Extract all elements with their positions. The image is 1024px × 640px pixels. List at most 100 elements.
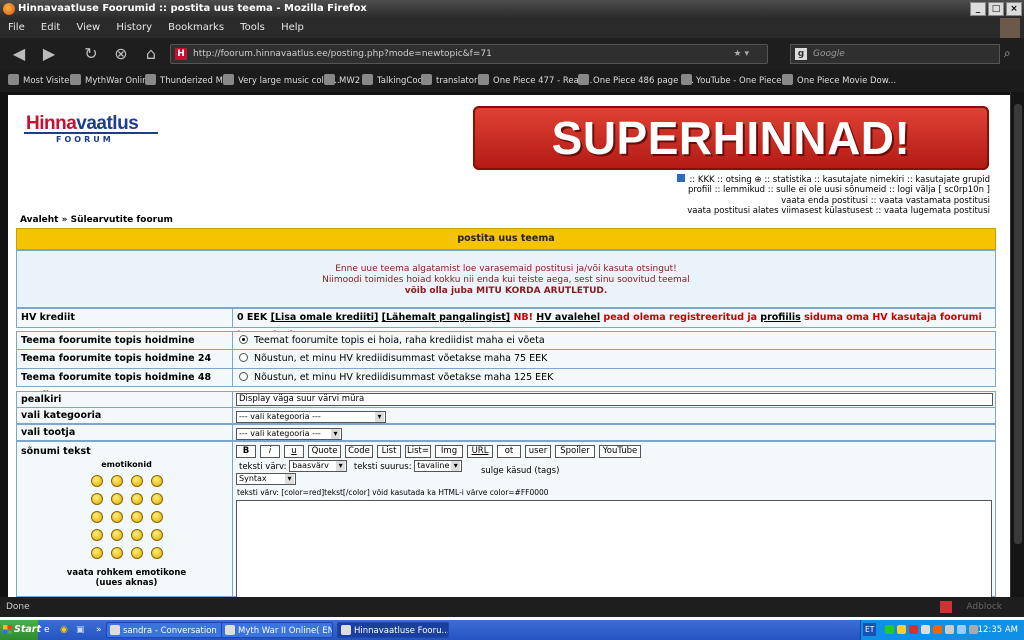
tray-info-icon[interactable] (897, 625, 906, 634)
bookmark-star-icon[interactable]: ★ ▾ (734, 45, 749, 63)
emoticon-surprised-icon[interactable] (150, 474, 163, 487)
category-select[interactable]: --- vali kategooria --- (236, 410, 386, 423)
emoticon-thumbsup-icon[interactable] (150, 546, 163, 559)
sticky-48-radio[interactable] (239, 372, 248, 381)
add-credit-link[interactable]: [Lisa omale krediiti] (271, 312, 379, 323)
header-links-row3[interactable]: vaata enda postitusi :: vaata vastamata … (781, 196, 990, 206)
emoticon-happy-icon[interactable] (90, 492, 103, 505)
tray-shield-icon[interactable] (885, 625, 894, 634)
bookmark-item[interactable]: One Piece 477 - Read... (478, 70, 592, 92)
sticky-none-radio[interactable] (239, 335, 248, 344)
scrollbar-thumb[interactable] (1014, 104, 1022, 544)
quicklaunch-expand-icon[interactable]: » (96, 620, 102, 640)
menu-edit[interactable]: Edit (41, 22, 60, 33)
bookmark-item[interactable]: Very large music colle... (223, 70, 340, 92)
hv-homepage-link[interactable]: HV avalehel (536, 312, 600, 323)
underline-button[interactable]: u (284, 445, 304, 458)
reload-icon[interactable]: ↻ (80, 43, 102, 65)
search-input[interactable]: g Google (790, 44, 1000, 64)
bookmark-item[interactable]: MW2 (324, 70, 360, 92)
more-emoticons-link[interactable]: vaata rohkem emotikone (uues aknas) (67, 568, 187, 588)
url-button[interactable]: URL (467, 445, 493, 458)
task-firefox[interactable]: Hinnavaatluse Fooru... (337, 622, 449, 638)
menu-file[interactable]: File (8, 22, 25, 33)
list-button[interactable]: List (377, 445, 401, 458)
search-go-icon[interactable]: ⌕ (1004, 46, 1011, 61)
back-arrow-icon[interactable]: ◀ (8, 43, 30, 65)
youtube-button[interactable]: YouTube (599, 445, 641, 458)
emoticon-laugh-icon[interactable] (130, 492, 143, 505)
bookmark-item[interactable]: MythWar Online (70, 70, 153, 92)
home-icon[interactable]: ⌂ (140, 43, 162, 65)
emoticon-grin-icon[interactable] (110, 474, 123, 487)
close-tags-link[interactable]: sulge käsud (tags) (481, 466, 559, 476)
tray-network-icon[interactable] (921, 625, 930, 634)
sticky-24-radio[interactable] (239, 353, 248, 362)
size-select[interactable]: tavaline (414, 460, 463, 472)
menu-tools[interactable]: Tools (240, 22, 265, 33)
breadcrumb-home[interactable]: Avaleht (20, 215, 58, 225)
bookmark-item[interactable]: Thunderized MW (145, 70, 231, 92)
emoticon-cool-icon[interactable] (110, 492, 123, 505)
forward-arrow-icon[interactable]: ▶ (38, 43, 60, 65)
adblock-icon[interactable] (940, 601, 952, 613)
rss-icon[interactable] (677, 174, 686, 182)
task-conversation[interactable]: sandra - Conversation (106, 622, 226, 638)
quote-button[interactable]: Quote (308, 445, 341, 458)
vertical-scrollbar[interactable] (1010, 92, 1024, 597)
img-button[interactable]: Img (435, 445, 463, 458)
offtopic-button[interactable]: ot (497, 445, 521, 458)
quicklaunch-ie-icon[interactable]: e (44, 620, 50, 640)
emoticon-sad-icon[interactable] (130, 474, 143, 487)
bookmark-item[interactable]: Most Visited (8, 70, 75, 92)
bookmark-item[interactable]: translator (421, 70, 477, 92)
tray-usb-icon[interactable] (969, 625, 978, 634)
color-select[interactable]: baasvärv (289, 460, 348, 472)
breadcrumb-forum[interactable]: Sülearvutite foorum (71, 215, 173, 225)
ad-banner[interactable]: SUPERHINNAD! (473, 106, 989, 170)
bank-link[interactable]: [Lähemalt pangalingist] (382, 312, 510, 323)
quicklaunch-firefox-icon[interactable]: ◉ (60, 620, 68, 640)
syntax-select[interactable]: Syntax (236, 473, 296, 485)
italic-button[interactable]: i (260, 445, 280, 458)
profile-link[interactable]: profiilis (760, 312, 800, 323)
stop-icon[interactable]: ⊗ (110, 43, 132, 65)
maker-select[interactable]: --- vali kategooria --- (236, 427, 342, 440)
emoticon-redface-icon[interactable] (130, 510, 143, 523)
quicklaunch-explorer-icon[interactable]: ▣ (76, 620, 85, 640)
address-bar[interactable]: H http://foorum.hinnavaatlus.ee/posting.… (170, 44, 768, 64)
emoticon-neutral-icon[interactable] (150, 510, 163, 523)
tray-update-icon[interactable] (933, 625, 942, 634)
maximize-button[interactable]: □ (988, 2, 1004, 16)
emoticon-rolleyes-icon[interactable] (130, 528, 143, 541)
list-ordered-button[interactable]: List= (405, 445, 431, 458)
tray-antivirus-icon[interactable] (909, 625, 918, 634)
menu-view[interactable]: View (76, 22, 100, 33)
spoiler-button[interactable]: Spoiler (555, 445, 595, 458)
adblock-label[interactable]: Adblock (966, 597, 1002, 617)
emoticon-confused-icon[interactable] (150, 492, 163, 505)
header-links-row2[interactable]: profiil :: lemmikud :: sulle ei ole uusi… (688, 185, 990, 195)
bookmark-item[interactable]: One Piece Movie Dow... (782, 70, 896, 92)
message-textarea[interactable] (236, 500, 992, 610)
menu-history[interactable]: History (116, 22, 152, 33)
tray-display-icon[interactable] (957, 625, 966, 634)
user-button[interactable]: user (525, 445, 551, 458)
subject-input[interactable]: Display väga suur värvi müra (236, 393, 993, 406)
emoticon-exclaim-icon[interactable] (130, 546, 143, 559)
menu-help[interactable]: Help (281, 22, 304, 33)
minimize-button[interactable]: _ (970, 2, 986, 16)
bookmark-item[interactable]: One Piece 486 page c... (578, 70, 694, 92)
emoticon-razz-icon[interactable] (110, 510, 123, 523)
code-button[interactable]: Code (345, 445, 373, 458)
header-links-row4[interactable]: vaata postitusi alates viimasest külastu… (687, 206, 990, 216)
start-button[interactable]: Start (0, 620, 41, 640)
emoticon-wink-icon[interactable] (90, 510, 103, 523)
language-indicator[interactable]: ET (863, 623, 877, 636)
header-links-row1[interactable]: :: KKK :: otsing ⊕ :: statistika :: kasu… (677, 174, 990, 185)
task-mythwar[interactable]: Myth War II Online( ENG... (221, 622, 333, 638)
emoticon-evil-icon[interactable] (90, 528, 103, 541)
bookmark-item[interactable]: YouTube - One Piece ... (681, 70, 792, 92)
close-window-button[interactable]: × (1006, 2, 1022, 16)
bold-button[interactable]: B (236, 445, 256, 458)
